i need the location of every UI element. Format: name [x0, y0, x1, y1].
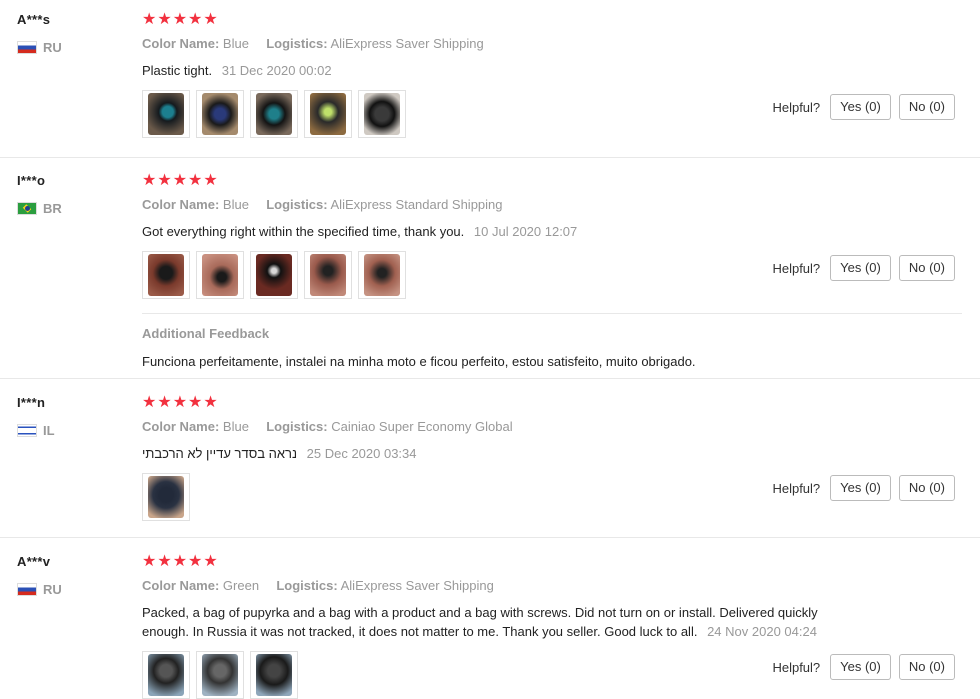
helpful-yes-button[interactable]: Yes (0)	[830, 654, 891, 680]
logistics-value: AliExpress Saver Shipping	[330, 36, 484, 51]
review-photo[interactable]	[142, 473, 190, 521]
star-rating: ★★★★★	[142, 11, 219, 28]
review-photo[interactable]	[196, 651, 244, 699]
reviewer-name: I***o	[17, 173, 46, 188]
helpful-yes-button[interactable]: Yes (0)	[830, 94, 891, 120]
review-item: A***v RU ★★★★★ Color Name: Green Logisti…	[0, 538, 980, 699]
country-code: IL	[43, 423, 55, 438]
helpful-label: Helpful?	[772, 659, 821, 675]
review-text: Got everything right within the specifie…	[142, 224, 465, 239]
reviewer-country: RU	[17, 582, 62, 597]
color-name-label: Color Name:	[142, 419, 220, 434]
logistics-label: Logistics:	[266, 36, 328, 51]
helpful-no-button[interactable]: No (0)	[898, 255, 955, 281]
helpful-no-button[interactable]: No (0)	[898, 654, 955, 680]
review-text-row: נראה בסדר עדיין לא הרכבתי 25 Dec 2020 03…	[142, 444, 980, 463]
color-name-label: Color Name:	[142, 197, 220, 212]
review-photo[interactable]	[250, 90, 298, 138]
country-code: RU	[43, 582, 62, 597]
helpful-yes-button[interactable]: Yes (0)	[830, 255, 891, 281]
review-text-row: Plastic tight. 31 Dec 2020 00:02	[142, 61, 980, 80]
star-rating: ★★★★★	[142, 394, 219, 411]
review-photo[interactable]	[142, 251, 190, 299]
review-photo[interactable]	[358, 90, 406, 138]
reviewer-name: A***s	[17, 12, 51, 27]
reviewer-name: I***n	[17, 395, 46, 410]
logistics-label: Logistics:	[266, 419, 328, 434]
color-name-value: Blue	[222, 36, 249, 51]
review-text-row: Got everything right within the specifie…	[142, 222, 980, 241]
helpful-controls: Helpful? Yes (0) No (0)	[772, 654, 955, 680]
review-photo[interactable]	[304, 251, 352, 299]
review-photo[interactable]	[250, 251, 298, 299]
helpful-no-button[interactable]: No (0)	[898, 94, 955, 120]
reviewer-info: I***n IL	[17, 395, 55, 438]
sku-info: Color Name: Blue Logistics: AliExpress S…	[142, 36, 980, 51]
country-code: BR	[43, 201, 62, 216]
reviewer-info: A***v RU	[17, 554, 62, 597]
additional-feedback: Additional Feedback Funciona perfeitamen…	[142, 313, 962, 369]
review-date: 24 Nov 2020 04:24	[707, 624, 817, 639]
logistics-value: Cainiao Super Economy Global	[331, 419, 513, 434]
review-photo[interactable]	[142, 651, 190, 699]
review-photo[interactable]	[358, 251, 406, 299]
reviewer-info: I***o BR	[17, 173, 62, 216]
logistics-label: Logistics:	[266, 197, 328, 212]
helpful-label: Helpful?	[772, 260, 821, 276]
reviewer-country: RU	[17, 40, 62, 55]
review-text: נראה בסדר עדיין לא הרכבתי	[142, 446, 298, 461]
helpful-label: Helpful?	[772, 480, 821, 496]
review-item: A***s RU ★★★★★ Color Name: Blue Logistic…	[0, 0, 980, 158]
color-name-value: Blue	[222, 197, 249, 212]
sku-info: Color Name: Blue Logistics: Cainiao Supe…	[142, 419, 980, 434]
helpful-controls: Helpful? Yes (0) No (0)	[772, 255, 955, 281]
review-photo[interactable]	[196, 251, 244, 299]
review-photo[interactable]	[250, 651, 298, 699]
flag-il-icon	[17, 424, 37, 437]
flag-ru-icon	[17, 41, 37, 54]
country-code: RU	[43, 40, 62, 55]
review-photo[interactable]	[142, 90, 190, 138]
star-rating: ★★★★★	[142, 172, 219, 189]
sku-info: Color Name: Blue Logistics: AliExpress S…	[142, 197, 980, 212]
review-date: 31 Dec 2020 00:02	[221, 63, 332, 78]
sku-info: Color Name: Green Logistics: AliExpress …	[142, 578, 980, 593]
color-name-value: Blue	[222, 419, 249, 434]
reviewer-country: BR	[17, 201, 62, 216]
review-date: 25 Dec 2020 03:34	[306, 446, 417, 461]
reviewer-country: IL	[17, 423, 55, 438]
review-item: I***o BR ★★★★★ Color Name: Blue Logistic…	[0, 158, 980, 379]
reviewer-info: A***s RU	[17, 12, 62, 55]
flag-ru-icon	[17, 583, 37, 596]
star-rating: ★★★★★	[142, 553, 219, 570]
helpful-controls: Helpful? Yes (0) No (0)	[772, 475, 955, 501]
helpful-label: Helpful?	[772, 99, 821, 115]
helpful-yes-button[interactable]: Yes (0)	[830, 475, 891, 501]
reviewer-name: A***v	[17, 554, 51, 569]
helpful-controls: Helpful? Yes (0) No (0)	[772, 94, 955, 120]
review-photo[interactable]	[196, 90, 244, 138]
color-name-value: Green	[222, 578, 260, 593]
logistics-value: AliExpress Saver Shipping	[340, 578, 494, 593]
review-text: Plastic tight.	[142, 63, 213, 78]
review-photo[interactable]	[304, 90, 352, 138]
additional-feedback-text: Funciona perfeitamente, instalei na minh…	[142, 354, 696, 369]
logistics-label: Logistics:	[276, 578, 338, 593]
flag-br-icon	[17, 202, 37, 215]
additional-feedback-title: Additional Feedback	[142, 326, 270, 341]
color-name-label: Color Name:	[142, 36, 220, 51]
review-date: 10 Jul 2020 12:07	[473, 224, 578, 239]
helpful-no-button[interactable]: No (0)	[898, 475, 955, 501]
color-name-label: Color Name:	[142, 578, 220, 593]
review-item: I***n IL ★★★★★ Color Name: Blue Logistic…	[0, 379, 980, 538]
review-text-row: Packed, a bag of pupyrka and a bag with …	[142, 603, 862, 641]
logistics-value: AliExpress Standard Shipping	[330, 197, 503, 212]
